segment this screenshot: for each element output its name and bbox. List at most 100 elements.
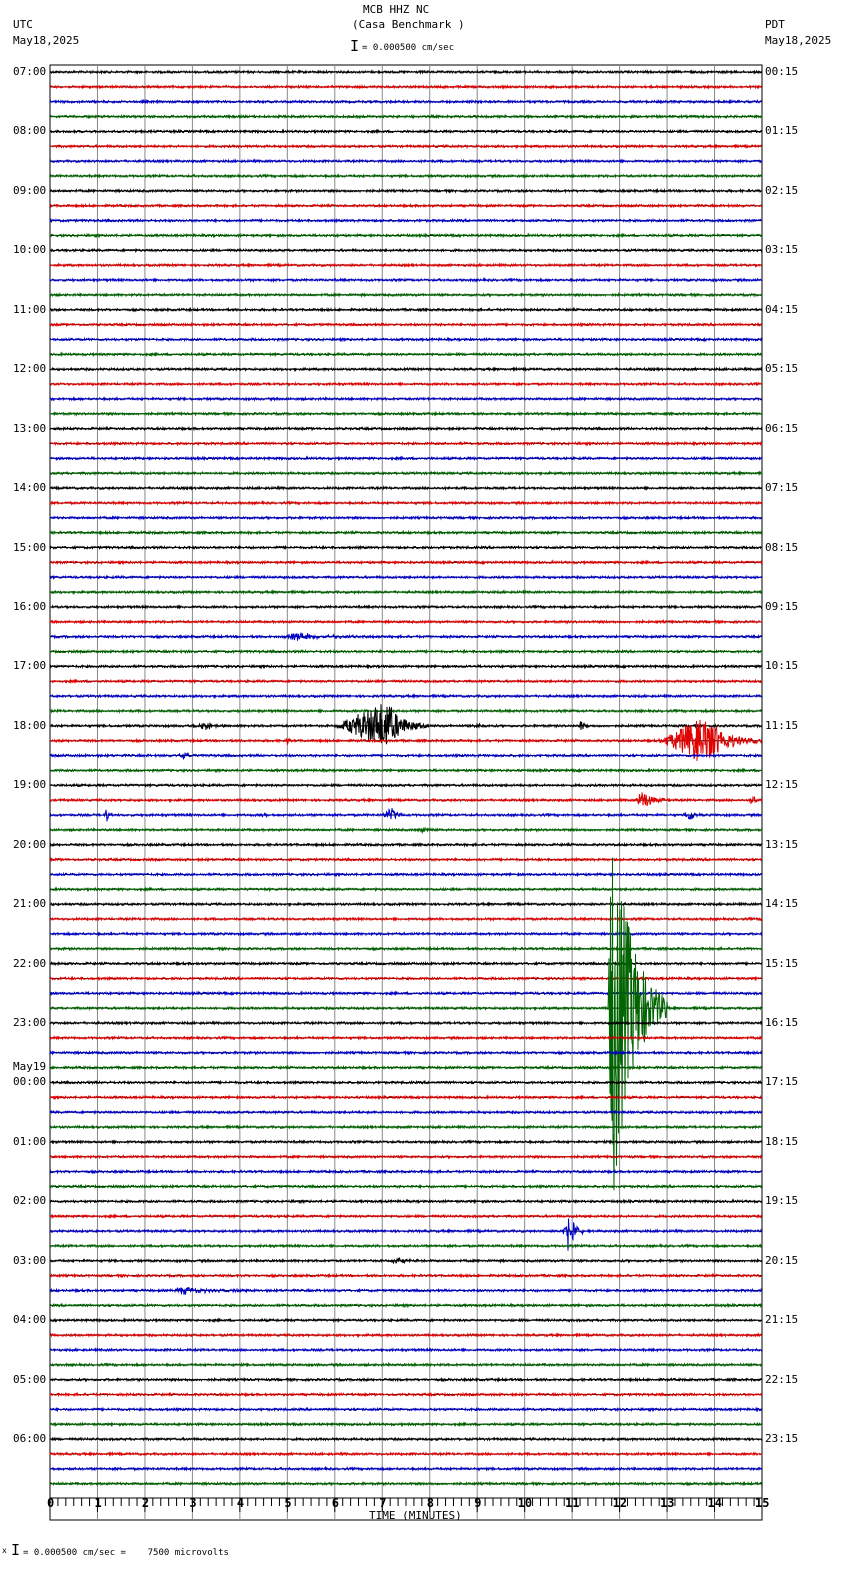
x-tick-label: 6 [331,1496,340,1510]
x-tick-label: 8 [426,1496,434,1510]
trace-22 [49,395,763,402]
pdt-hour-label: 08:15 [765,540,799,554]
x-tick-label: 0 [47,1496,55,1510]
trace-70 [49,1109,763,1116]
trace-33 [49,559,763,566]
x-tick-label: 13 [660,1496,675,1510]
utc-hour-label: 19:00 [13,778,47,792]
pdt-hour-label: 17:15 [765,1075,799,1089]
x-tick-label: 4 [236,1496,245,1510]
utc-hour-label: 14:00 [13,481,47,495]
trace-3 [49,113,763,120]
utc-hour-label: 13:00 [13,421,47,435]
trace-17 [49,321,763,328]
trace-65 [49,1034,763,1041]
pdt-hour-label: 23:15 [765,1432,799,1446]
pdt-hour-label: 21:15 [765,1313,799,1327]
utc-hour-label: 15:00 [13,540,47,554]
trace-56 [49,901,763,908]
pdt-hour-label: 18:15 [765,1134,799,1148]
utc-hour-label: 09:00 [13,183,47,197]
utc-hour-label: 22:00 [13,956,47,970]
trace-14 [49,277,763,284]
utc-hour-label: 00:00 [13,1075,47,1089]
x-tick-label: 12 [612,1496,628,1510]
trace-55 [49,886,763,893]
pdt-hour-label: 22:15 [765,1372,799,1386]
trace-21 [49,381,763,388]
pdt-hour-label: 09:15 [765,599,799,613]
pdt-hour-label: 14:15 [765,897,799,911]
trace-19 [50,351,763,358]
pdt-hour-label: 19:15 [765,1194,799,1208]
trace-30 [49,514,763,521]
trace-53 [49,856,763,863]
trace-28 [49,485,763,492]
utc-hour-label: 23:00 [13,1016,47,1030]
trace-83 [49,1302,763,1309]
trace-64 [49,1020,763,1027]
utc-hour-label: 16:00 [13,599,47,613]
trace-91 [49,1421,763,1428]
utc-hour-label: 20:00 [13,837,47,851]
utc-hour-label: 08:00 [13,124,47,138]
utc-hour-label: 11:00 [13,302,47,316]
utc-hour-label: 05:00 [13,1372,47,1386]
pdt-hour-label: 02:15 [765,183,799,197]
utc-hour-label: 18:00 [13,718,47,732]
utc-hour-label: 04:00 [13,1313,47,1327]
trace-93 [49,1451,763,1457]
trace-66 [49,1049,763,1056]
x-tick-label: 2 [141,1496,150,1510]
trace-39 [49,648,763,655]
trace-5 [49,143,763,150]
trace-84 [49,1317,763,1324]
trace-6 [49,158,763,165]
x-tick-label: 11 [565,1496,580,1510]
pdt-hour-label: 06:15 [765,421,799,435]
trace-73 [49,1153,763,1160]
trace-10 [49,217,763,224]
trace-32 [49,544,763,551]
x-tick-label: 5 [284,1496,292,1510]
trace-41 [50,678,763,685]
trace-38 [49,631,763,641]
trace-26 [49,455,763,462]
trace-90 [49,1406,763,1413]
trace-60 [49,960,763,967]
trace-20 [50,366,763,373]
utc-hour-label: 06:00 [13,1432,47,1446]
date-change-label: May19 [13,1060,47,1074]
trace-86 [49,1346,763,1353]
trace-4 [49,128,763,135]
trace-25 [50,440,763,447]
x-tick-label: 1 [94,1496,102,1510]
utc-hour-label: 17:00 [13,659,47,673]
pdt-hour-label: 03:15 [765,243,799,257]
trace-34 [49,574,763,581]
x-tick-label: 9 [474,1496,482,1510]
trace-49 [49,792,763,807]
trace-75 [50,1183,763,1190]
x-tick-label: 10 [517,1496,533,1510]
trace-16 [49,306,763,313]
utc-hour-label: 03:00 [13,1253,47,1267]
seismogram-plot [49,64,763,1521]
trace-2 [49,98,763,105]
utc-hour-label: 12:00 [13,362,47,376]
trace-23 [49,410,763,417]
trace-37 [49,618,763,625]
pdt-hour-label: 12:15 [765,778,799,792]
utc-hour-label: 10:00 [13,243,47,257]
trace-8 [49,187,763,194]
pdt-hour-label: 01:15 [765,124,799,138]
trace-40 [49,663,763,670]
pdt-hour-label: 00:15 [765,65,799,78]
helicorder: MCB HHZ NC (Casa Benchmark ) UTC May18,2… [0,0,850,1584]
pdt-hour-label: 13:15 [765,837,799,851]
utc-hour-label: 07:00 [13,65,47,78]
trace-76 [49,1198,763,1205]
trace-54 [49,871,763,878]
utc-hour-label: 21:00 [13,897,47,911]
pdt-hour-label: 10:15 [765,659,799,673]
